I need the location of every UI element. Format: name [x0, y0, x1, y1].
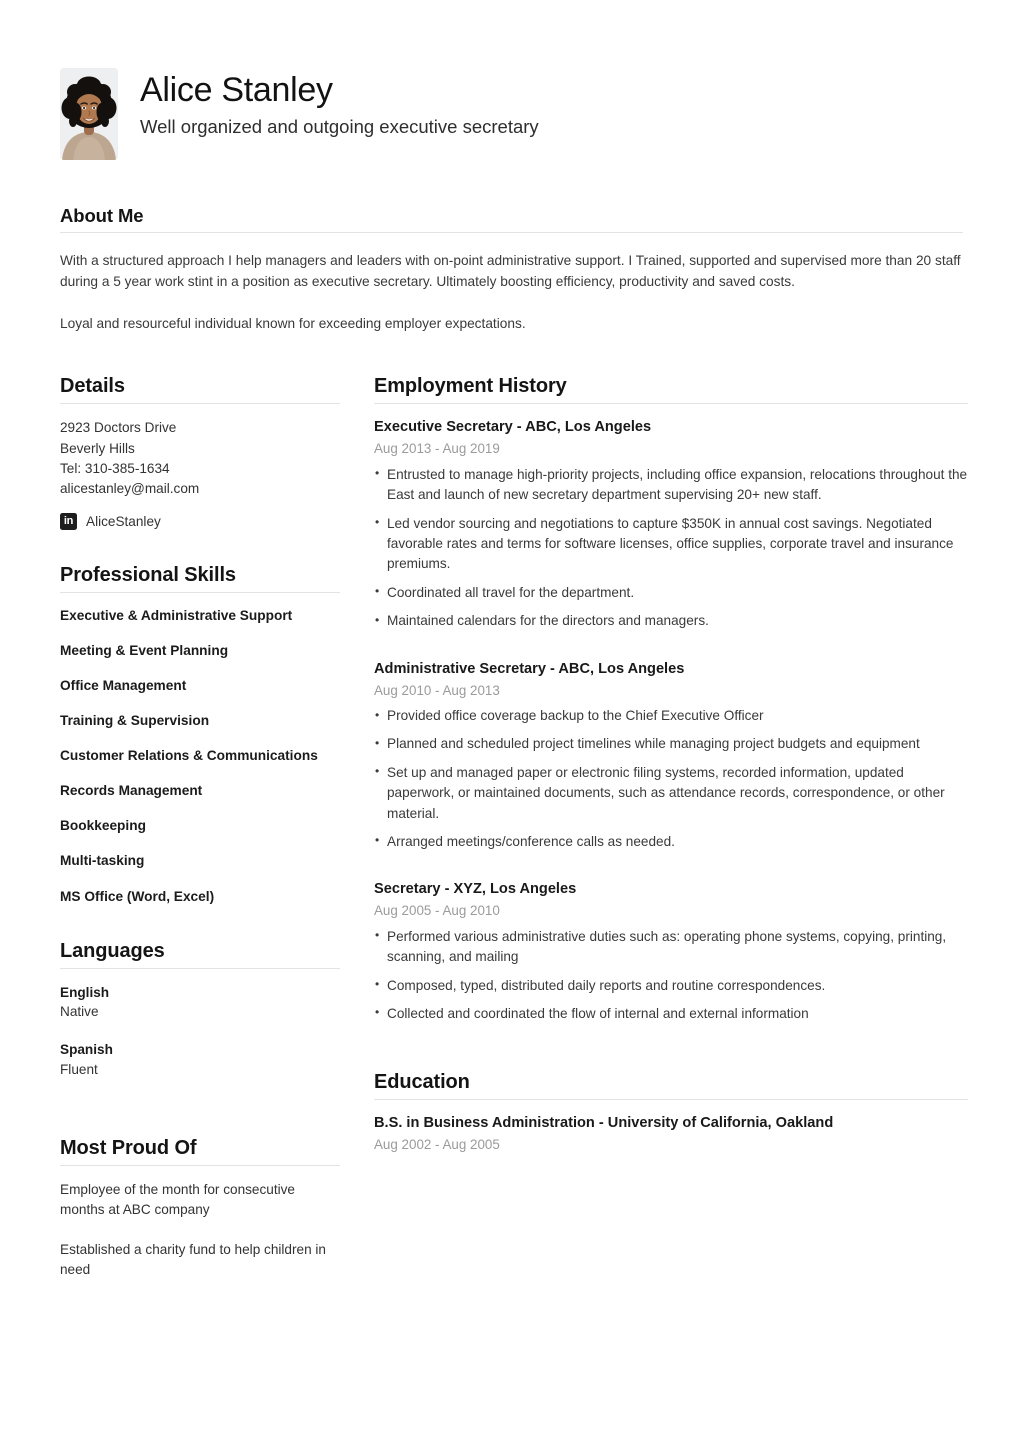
candidate-tagline: Well organized and outgoing executive se…	[140, 116, 539, 138]
job-bullet: Entrusted to manage high-priority projec…	[374, 464, 968, 506]
language-name: Spanish	[60, 1042, 113, 1058]
resume-page: Alice Stanley Well organized and outgoin…	[0, 0, 1024, 1448]
job-bullets: Performed various administrative duties …	[374, 926, 968, 1025]
employment-section: Employment History Executive Secretary -…	[374, 375, 968, 1024]
education-entry: B.S. in Business Administration - Univer…	[374, 1114, 968, 1153]
about-paragraph: Loyal and resourceful individual known f…	[60, 315, 526, 331]
education-degree: B.S. in Business Administration - Univer…	[374, 1115, 834, 1132]
profile-photo	[60, 68, 118, 160]
language-name: English	[60, 984, 110, 1000]
proud-item: Established a charity fund to help child…	[60, 1242, 326, 1278]
skill-item: Executive & Administrative Support	[60, 607, 293, 623]
language-item: English Native	[60, 983, 340, 1022]
language-level: Native	[60, 1003, 99, 1019]
email-address[interactable]: alicestanley@mail.com	[60, 479, 340, 499]
job-bullet: Maintained calendars for the directors a…	[374, 611, 968, 631]
proud-section: Most Proud Of Employee of the month for …	[60, 1137, 340, 1280]
job-title: Secretary - XYZ, Los Angeles	[374, 881, 577, 898]
skill-item: Office Management	[60, 678, 187, 694]
section-divider	[60, 967, 340, 969]
job-bullet: Collected and coordinated the flow of in…	[374, 1003, 968, 1024]
header-text-block: Alice Stanley Well organized and outgoin…	[140, 68, 539, 139]
job-entry: Secretary - XYZ, Los Angeles Aug 2005 - …	[374, 880, 968, 1024]
section-divider	[60, 591, 340, 593]
job-dates: Aug 2005 - Aug 2010	[374, 903, 500, 919]
body-columns: Details 2923 Doctors Drive Beverly Hills…	[60, 375, 968, 1280]
job-dates: Aug 2013 - Aug 2019	[374, 441, 500, 457]
section-divider	[60, 232, 963, 233]
section-divider	[60, 403, 340, 405]
job-bullet: Provided office coverage backup to the C…	[374, 705, 968, 726]
job-entry: Administrative Secretary - ABC, Los Ange…	[374, 660, 968, 853]
details-section: Details 2923 Doctors Drive Beverly Hills…	[60, 375, 340, 530]
skill-item: Customer Relations & Communications	[60, 748, 318, 764]
job-bullets: Provided office coverage backup to the C…	[374, 705, 968, 852]
languages-section-title: Languages	[60, 939, 165, 962]
skill-item: Bookkeeping	[60, 818, 146, 834]
job-bullet: Set up and managed paper or electronic f…	[374, 762, 968, 824]
job-bullets: Entrusted to manage high-priority projec…	[374, 464, 968, 632]
proud-item: Employee of the month for consecutive mo…	[60, 1181, 295, 1217]
languages-section: Languages English Native Spanish Fluent	[60, 940, 340, 1079]
job-dates: Aug 2010 - Aug 2013	[374, 682, 500, 698]
education-section: Education B.S. in Business Administratio…	[374, 1071, 968, 1153]
linkedin-icon: in	[60, 512, 77, 530]
sidebar-column: Details 2923 Doctors Drive Beverly Hills…	[60, 375, 340, 1280]
employment-section-title: Employment History	[374, 375, 567, 398]
linkedin-row[interactable]: in AliceStanley	[60, 512, 340, 530]
education-section-title: Education	[374, 1071, 470, 1094]
about-section-title: About Me	[60, 205, 144, 226]
skills-section-title: Professional Skills	[60, 563, 236, 586]
skill-item: Meeting & Event Planning	[60, 643, 229, 658]
skill-item: Multi-tasking	[60, 853, 145, 869]
section-divider	[374, 1099, 968, 1101]
contact-details: 2923 Doctors Drive Beverly Hills Tel: 31…	[60, 418, 340, 498]
job-title: Executive Secretary - ABC, Los Angeles	[374, 419, 652, 436]
address-line-1: 2923 Doctors Drive	[60, 420, 177, 436]
language-level: Fluent	[60, 1061, 98, 1077]
about-paragraph: With a structured approach I help manage…	[60, 253, 961, 289]
address-line-2: Beverly Hills	[60, 440, 135, 456]
section-divider	[60, 1164, 340, 1166]
language-item: Spanish Fluent	[60, 1040, 340, 1079]
proud-section-title: Most Proud Of	[60, 1136, 197, 1159]
job-bullet: Performed various administrative duties …	[374, 926, 968, 968]
details-section-title: Details	[60, 375, 125, 398]
main-column: Employment History Executive Secretary -…	[374, 375, 968, 1153]
education-dates: Aug 2002 - Aug 2005	[374, 1137, 500, 1153]
skill-item: MS Office (Word, Excel)	[60, 888, 215, 904]
phone-number: Tel: 310-385-1634	[60, 460, 170, 476]
job-bullet: Coordinated all travel for the departmen…	[374, 582, 968, 603]
job-bullet: Planned and scheduled project timelines …	[374, 734, 968, 754]
resume-header: Alice Stanley Well organized and outgoin…	[60, 0, 964, 160]
job-entry: Executive Secretary - ABC, Los Angeles A…	[374, 418, 968, 631]
candidate-name: Alice Stanley	[140, 71, 333, 109]
skills-section: Professional Skills Executive & Administ…	[60, 564, 340, 906]
job-bullet: Led vendor sourcing and negotiations to …	[374, 513, 968, 575]
section-divider	[374, 403, 968, 405]
job-title: Administrative Secretary - ABC, Los Ange…	[374, 660, 685, 677]
skill-item: Records Management	[60, 783, 203, 799]
job-bullet: Composed, typed, distributed daily repor…	[374, 975, 968, 996]
about-section: About Me With a structured approach I he…	[60, 205, 963, 334]
skill-item: Training & Supervision	[60, 713, 210, 729]
job-bullet: Arranged meetings/conference calls as ne…	[374, 831, 968, 852]
linkedin-handle: AliceStanley	[86, 513, 161, 529]
